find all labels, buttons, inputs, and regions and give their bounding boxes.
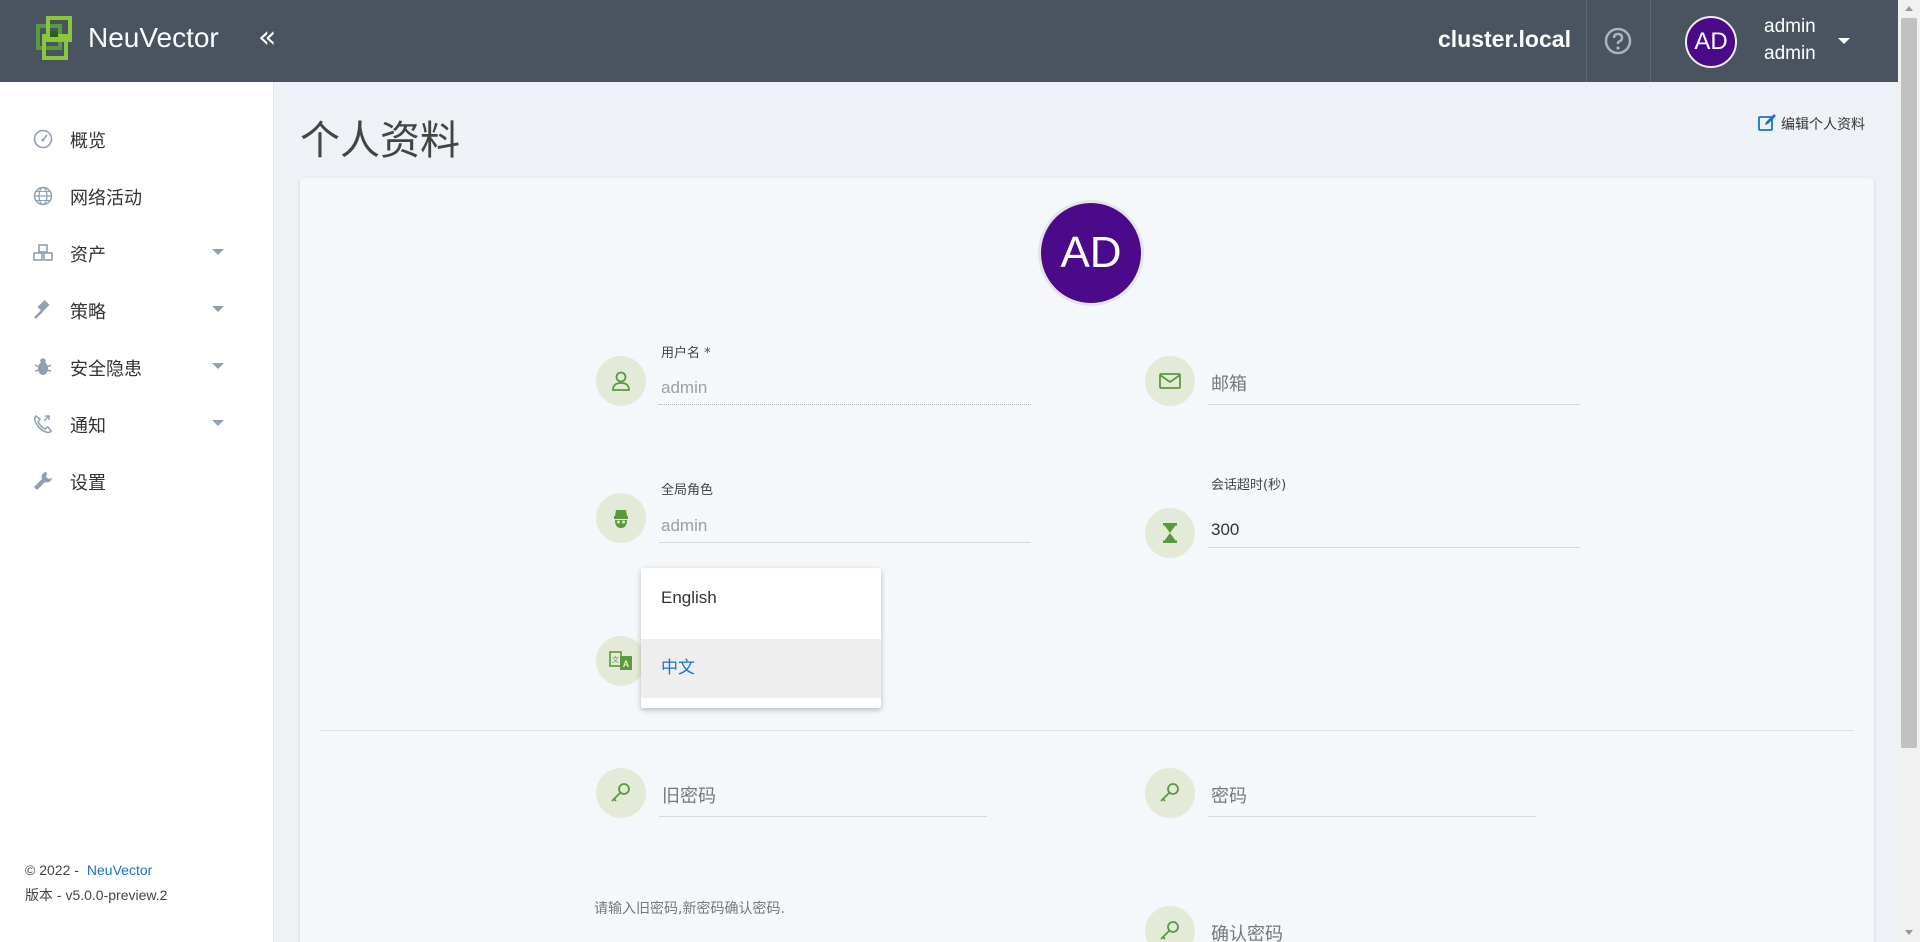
page-title: 个人资料 (300, 118, 460, 164)
field-underline (1208, 547, 1580, 548)
username-field[interactable]: admin (661, 378, 707, 398)
gavel-icon (34, 299, 50, 319)
user-avatar[interactable]: AD (1685, 16, 1737, 68)
caret-down-icon (212, 249, 224, 255)
sidebar-item-label: 策略 (70, 302, 106, 323)
field-underline (1208, 404, 1580, 405)
dashboard-gauge-icon (33, 129, 53, 149)
collapse-icon[interactable]: « (258, 20, 276, 55)
wrench-icon (34, 472, 52, 490)
envelope-icon (1145, 356, 1195, 406)
sidebar-item-policy[interactable]: 策略 (0, 286, 274, 334)
cluster-name[interactable]: cluster.local (1438, 26, 1571, 53)
sidebar-item-label: 网络活动 (70, 188, 142, 209)
scroll-up-icon[interactable] (1905, 6, 1913, 11)
sidebar-item-label: 设置 (70, 473, 106, 494)
new-password-field[interactable]: 密码 (1211, 782, 1247, 808)
section-divider (320, 730, 1854, 731)
caret-down-icon (212, 363, 224, 369)
edit-icon (1758, 114, 1776, 131)
caret-down-icon[interactable] (1838, 38, 1850, 44)
email-field[interactable]: 邮箱 (1211, 370, 1247, 396)
profile-avatar: AD (1038, 200, 1144, 306)
top-header: NeuVector « cluster.local AD admin admin (0, 0, 1898, 82)
key-icon (596, 768, 646, 818)
language-option-english[interactable]: English (641, 568, 881, 627)
neuvector-logo-icon[interactable] (36, 16, 86, 60)
user-name[interactable]: admin (1764, 16, 1816, 38)
spy-icon (596, 493, 646, 543)
svg-text:A: A (623, 659, 630, 669)
sidebar-item-notifications[interactable]: 通知 (0, 400, 274, 448)
sidebar-item-label: 概览 (70, 131, 106, 152)
global-role-field: admin (661, 516, 708, 535)
header-divider (1650, 0, 1651, 82)
user-role[interactable]: admin (1764, 43, 1816, 65)
sidebar-item-settings[interactable]: 设置 (0, 457, 274, 505)
global-role-label: 全局角色 (661, 483, 714, 498)
caret-down-icon (212, 306, 224, 312)
field-underline (659, 816, 987, 817)
confirm-password-field[interactable]: 确认密码 (1211, 920, 1283, 942)
sidebar-item-label: 通知 (70, 416, 106, 437)
sidebar: 概览 网络活动 资产 策略 安全隐患 通知 设置 © 2022 - NeuVec… (0, 82, 274, 942)
hourglass-icon (1145, 508, 1195, 558)
key-icon (1145, 768, 1195, 818)
footer-version: 版本 - v5.0.0-preview.2 (25, 887, 168, 903)
header-divider (1586, 0, 1587, 82)
footer-copyright: © 2022 - NeuVector (25, 862, 152, 878)
phone-icon (33, 415, 52, 434)
username-label: 用户名 * (661, 346, 711, 361)
field-underline (1208, 816, 1536, 817)
scroll-down-icon[interactable] (1905, 930, 1913, 935)
edit-profile-label: 编辑个人资料 (1781, 117, 1865, 133)
help-icon[interactable] (1604, 27, 1632, 55)
sidebar-item-label: 安全隐患 (70, 359, 142, 380)
user-icon (596, 356, 646, 406)
session-timeout-label: 会话超时(秒) (1211, 478, 1287, 493)
session-timeout-field[interactable]: 300 (1211, 520, 1239, 540)
globe-icon (33, 186, 53, 206)
password-hint: 请输入旧密码,新密码确认密码. (594, 901, 785, 917)
brand-name[interactable]: NeuVector (88, 22, 219, 54)
old-password-field[interactable]: 旧密码 (662, 782, 716, 808)
edit-profile-button[interactable]: 编辑个人资料 (1757, 113, 1865, 134)
language-option-chinese[interactable]: 中文 (641, 639, 881, 698)
field-underline (659, 404, 1031, 405)
neuvector-link[interactable]: NeuVector (87, 862, 152, 878)
sidebar-item-network-activity[interactable]: 网络活动 (0, 172, 274, 220)
sidebar-item-dashboard[interactable]: 概览 (0, 115, 274, 163)
sidebar-item-label: 资产 (70, 245, 106, 266)
scrollbar-thumb[interactable] (1901, 18, 1917, 748)
sidebar-item-vulnerabilities[interactable]: 安全隐患 (0, 343, 274, 391)
copyright-text: © 2022 - (25, 862, 79, 878)
caret-down-icon (212, 420, 224, 426)
language-dropdown[interactable]: English 中文 (641, 568, 881, 708)
sidebar-item-assets[interactable]: 资产 (0, 229, 274, 277)
translate-icon: A 文 (596, 636, 646, 686)
bug-icon (34, 358, 52, 375)
cubes-icon (33, 244, 53, 261)
field-underline (659, 542, 1031, 543)
svg-text:文: 文 (612, 655, 619, 664)
